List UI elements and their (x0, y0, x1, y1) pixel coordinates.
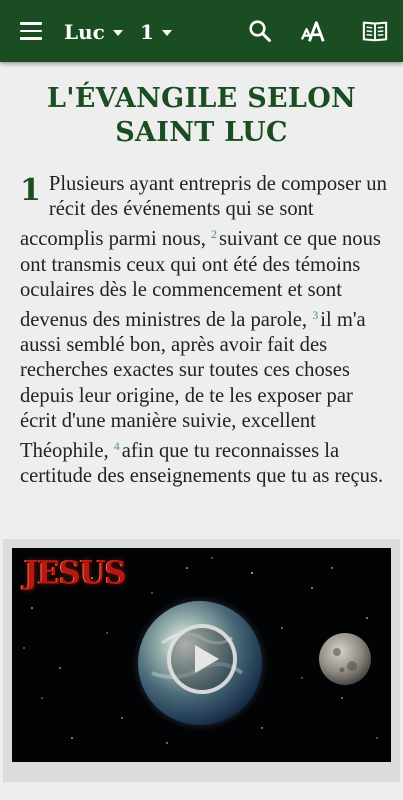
reader-content[interactable]: L'ÉVANGILE SELON SAINT LUC 1 Plusieurs a… (0, 62, 403, 800)
book-selector[interactable]: Luc (64, 18, 123, 46)
video-card: JESUS (3, 539, 400, 782)
chapter-selector[interactable]: 1 (140, 18, 172, 46)
text-size-icon[interactable] (301, 18, 327, 44)
parallel-book-icon[interactable] (362, 18, 388, 44)
chapter-text[interactable]: 1 Plusieurs ayant entrepris de composer … (20, 172, 388, 489)
verse-number: 4 (113, 439, 120, 454)
app-bar: Luc 1 (0, 0, 403, 62)
video-thumbnail[interactable]: JESUS (12, 548, 391, 762)
book-name: Luc (64, 20, 105, 44)
menu-icon[interactable] (20, 22, 42, 40)
chapter-dropdown-caret-icon (161, 30, 172, 36)
search-icon[interactable] (247, 18, 273, 44)
play-icon[interactable] (167, 624, 237, 694)
verse-number: 2 (211, 227, 218, 242)
book-dropdown-caret-icon (112, 30, 123, 36)
chapter-drop-number: 1 (20, 173, 41, 208)
jesus-film-logo: JESUS (24, 555, 127, 592)
chapter-number: 1 (140, 20, 154, 44)
book-title: L'ÉVANGILE SELON SAINT LUC (46, 83, 357, 148)
verse-number: 3 (312, 308, 319, 323)
